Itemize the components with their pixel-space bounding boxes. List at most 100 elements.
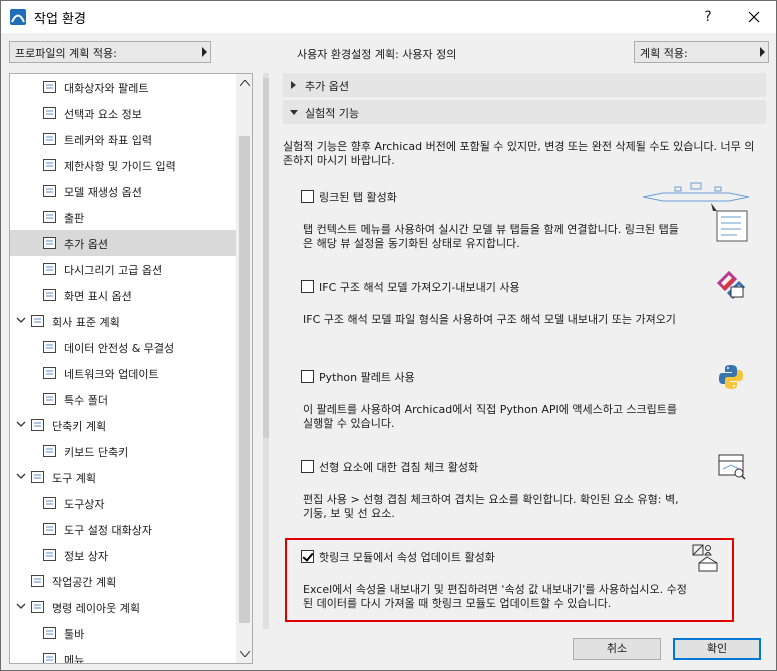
section-more-options[interactable]: 추가 옵션 — [283, 73, 766, 97]
command-layout-icon — [31, 601, 44, 613]
current-scheme-label: 사용자 환경설정 계획: 사용자 정의 — [297, 48, 457, 61]
keyboard-shortcut-icon — [43, 445, 56, 457]
linked-tabs-checkbox[interactable] — [301, 190, 314, 203]
tree-item-label: 선택과 요소 정보 — [64, 108, 142, 121]
tree-item[interactable]: 명령 레이아웃 계획 — [10, 594, 236, 620]
tree-item-label: 대화상자와 팔레트 — [64, 82, 149, 95]
tree-item-label: 키보드 단축키 — [64, 446, 129, 459]
collapse-down-icon — [290, 110, 298, 115]
tree-item[interactable]: 툴바 — [10, 620, 236, 646]
feature-label: 선형 요소에 대한 겹침 체크 활성화 — [319, 461, 479, 474]
tree-item[interactable]: 대화상자와 팔레트 — [10, 74, 236, 100]
tree-item[interactable]: 도구 계획 — [10, 464, 236, 490]
redraw-icon — [43, 263, 56, 275]
tree-item-label: 메뉴 — [64, 654, 85, 664]
data-safety-icon — [43, 341, 56, 353]
tree-item-label: 정보 상자 — [64, 550, 108, 563]
section-experimental-title: 실험적 기능 — [305, 107, 360, 120]
overlap-check-icon — [718, 454, 746, 480]
feature-label: 링크된 탭 활성화 — [319, 191, 397, 204]
ifc-structural-checkbox[interactable] — [301, 280, 314, 293]
tree-item[interactable]: 회사 표준 계획 — [10, 308, 236, 334]
tree-item[interactable]: 제한사항 및 가이드 입력 — [10, 152, 236, 178]
scroll-up-icon[interactable] — [240, 80, 250, 86]
chevron-down-icon[interactable] — [16, 419, 26, 429]
feature-description: IFC 구조 해석 모델 파일 형식을 사용하여 구조 해석 모델 내보내기 또… — [303, 313, 676, 326]
tree-item[interactable]: 정보 상자 — [10, 542, 236, 568]
guide-icon — [43, 159, 56, 171]
tree-item-label: 단축키 계획 — [52, 420, 107, 433]
feature-description: Excel에서 속성을 내보내기 및 편집하려면 '속성 값 내보내기'를 사용… — [303, 583, 687, 610]
palette-icon — [43, 81, 56, 93]
linear-overlap-checkbox[interactable] — [301, 460, 314, 473]
section-more-options-title: 추가 옵션 — [305, 80, 349, 93]
tree-item-label: 네트워크와 업데이트 — [64, 368, 159, 381]
tree-item-label: 화면 표시 옵션 — [64, 290, 132, 303]
options-panel: 추가 옵션 실험적 기능 실험적 기능은 향후 Archicad 버전에 포함될… — [275, 73, 769, 629]
ok-button[interactable]: 확인 — [673, 638, 761, 660]
arrow-right-icon — [760, 47, 765, 57]
tree-item[interactable]: 데이터 안전성 & 무결성 — [10, 334, 236, 360]
tree-item[interactable]: 단축키 계획 — [10, 412, 236, 438]
tree-item[interactable]: 네트워크와 업데이트 — [10, 360, 236, 386]
profile-scheme-combo[interactable]: 프로파일의 계획 적용: — [9, 41, 211, 63]
tree-item-label: 작업공간 계획 — [52, 576, 117, 589]
panel-splitter[interactable] — [263, 73, 269, 629]
tree-item[interactable]: 출판 — [10, 204, 236, 230]
toolbox-icon — [43, 497, 56, 509]
tree-item[interactable]: 메뉴 — [10, 646, 236, 664]
window-title: 작업 환경 — [34, 12, 86, 27]
tree-item-label: 다시그리기 고급 옵션 — [64, 264, 163, 277]
tree-item[interactable]: 도구 설정 대화상자 — [10, 516, 236, 542]
help-button[interactable]: ? — [693, 5, 723, 29]
tree-scrollbar[interactable] — [236, 74, 252, 663]
section-experimental[interactable]: 실험적 기능 — [283, 100, 766, 124]
model-rebuild-icon — [43, 185, 56, 197]
tree-item-label: 도구상자 — [64, 498, 105, 511]
python-palette-checkbox[interactable] — [301, 370, 314, 383]
tree-item-label: 데이터 안전성 & 무결성 — [64, 342, 175, 355]
tree-item-label: 도구 계획 — [52, 472, 96, 485]
tree-item[interactable]: 선택과 요소 정보 — [10, 100, 236, 126]
more-options-icon — [43, 237, 56, 249]
tree-item[interactable]: 추가 옵션 — [10, 230, 236, 256]
tree-item[interactable]: 화면 표시 옵션 — [10, 282, 236, 308]
apply-scheme-combo[interactable]: 계획 적용: — [634, 41, 769, 63]
tree-item[interactable]: 키보드 단축키 — [10, 438, 236, 464]
workspace-scheme-icon — [31, 575, 44, 587]
hotlink-module-icon — [692, 544, 718, 572]
chevron-down-icon[interactable] — [16, 601, 26, 611]
tree-item-label: 트레커와 좌표 입력 — [64, 134, 152, 147]
tree-item[interactable]: 작업공간 계획 — [10, 568, 236, 594]
close-icon[interactable] — [739, 5, 769, 29]
scroll-down-icon[interactable] — [240, 651, 250, 657]
tool-scheme-icon — [31, 471, 44, 483]
chevron-down-icon[interactable] — [16, 471, 26, 481]
expand-right-icon — [291, 81, 296, 89]
chevron-down-icon[interactable] — [16, 315, 26, 325]
info-box-icon — [43, 549, 56, 561]
hotlink-properties-checkbox[interactable] — [301, 550, 314, 563]
tree-item[interactable]: 트레커와 좌표 입력 — [10, 126, 236, 152]
tree-item[interactable]: 다시그리기 고급 옵션 — [10, 256, 236, 282]
feature-description: 편집 사용 > 선형 겹침 체크하여 겹치는 요소를 확인합니다. 확인된 요소… — [303, 493, 679, 520]
apply-scheme-combo-label: 계획 적용: — [640, 47, 688, 60]
cancel-button[interactable]: 취소 — [573, 638, 661, 660]
experimental-intro-text: 실험적 기능은 향후 Archicad 버전에 포함될 수 있지만, 변경 또는… — [283, 140, 755, 167]
tree-scrollbar-thumb[interactable] — [239, 136, 250, 623]
tree-item-label: 출판 — [64, 212, 85, 225]
tree-item[interactable]: 특수 폴더 — [10, 386, 236, 412]
tree-item-label: 제한사항 및 가이드 입력 — [64, 160, 176, 173]
python-logo-icon — [719, 365, 743, 389]
publish-icon — [43, 211, 56, 223]
company-standards-icon — [31, 315, 44, 327]
display-icon — [43, 289, 56, 301]
feature-label: 핫링크 모듈에서 속성 업데이트 활성화 — [319, 551, 495, 564]
tree-item[interactable]: 모델 재생성 옵션 — [10, 178, 236, 204]
tree-item-label: 추가 옵션 — [64, 238, 108, 251]
tracker-icon — [43, 133, 56, 145]
title-bar: 작업 환경 ? — [1, 1, 776, 33]
tree-item[interactable]: 도구상자 — [10, 490, 236, 516]
toolbar-icon — [43, 627, 56, 639]
settings-tree: 대화상자와 팔레트선택과 요소 정보트레커와 좌표 입력제한사항 및 가이드 입… — [9, 73, 253, 664]
